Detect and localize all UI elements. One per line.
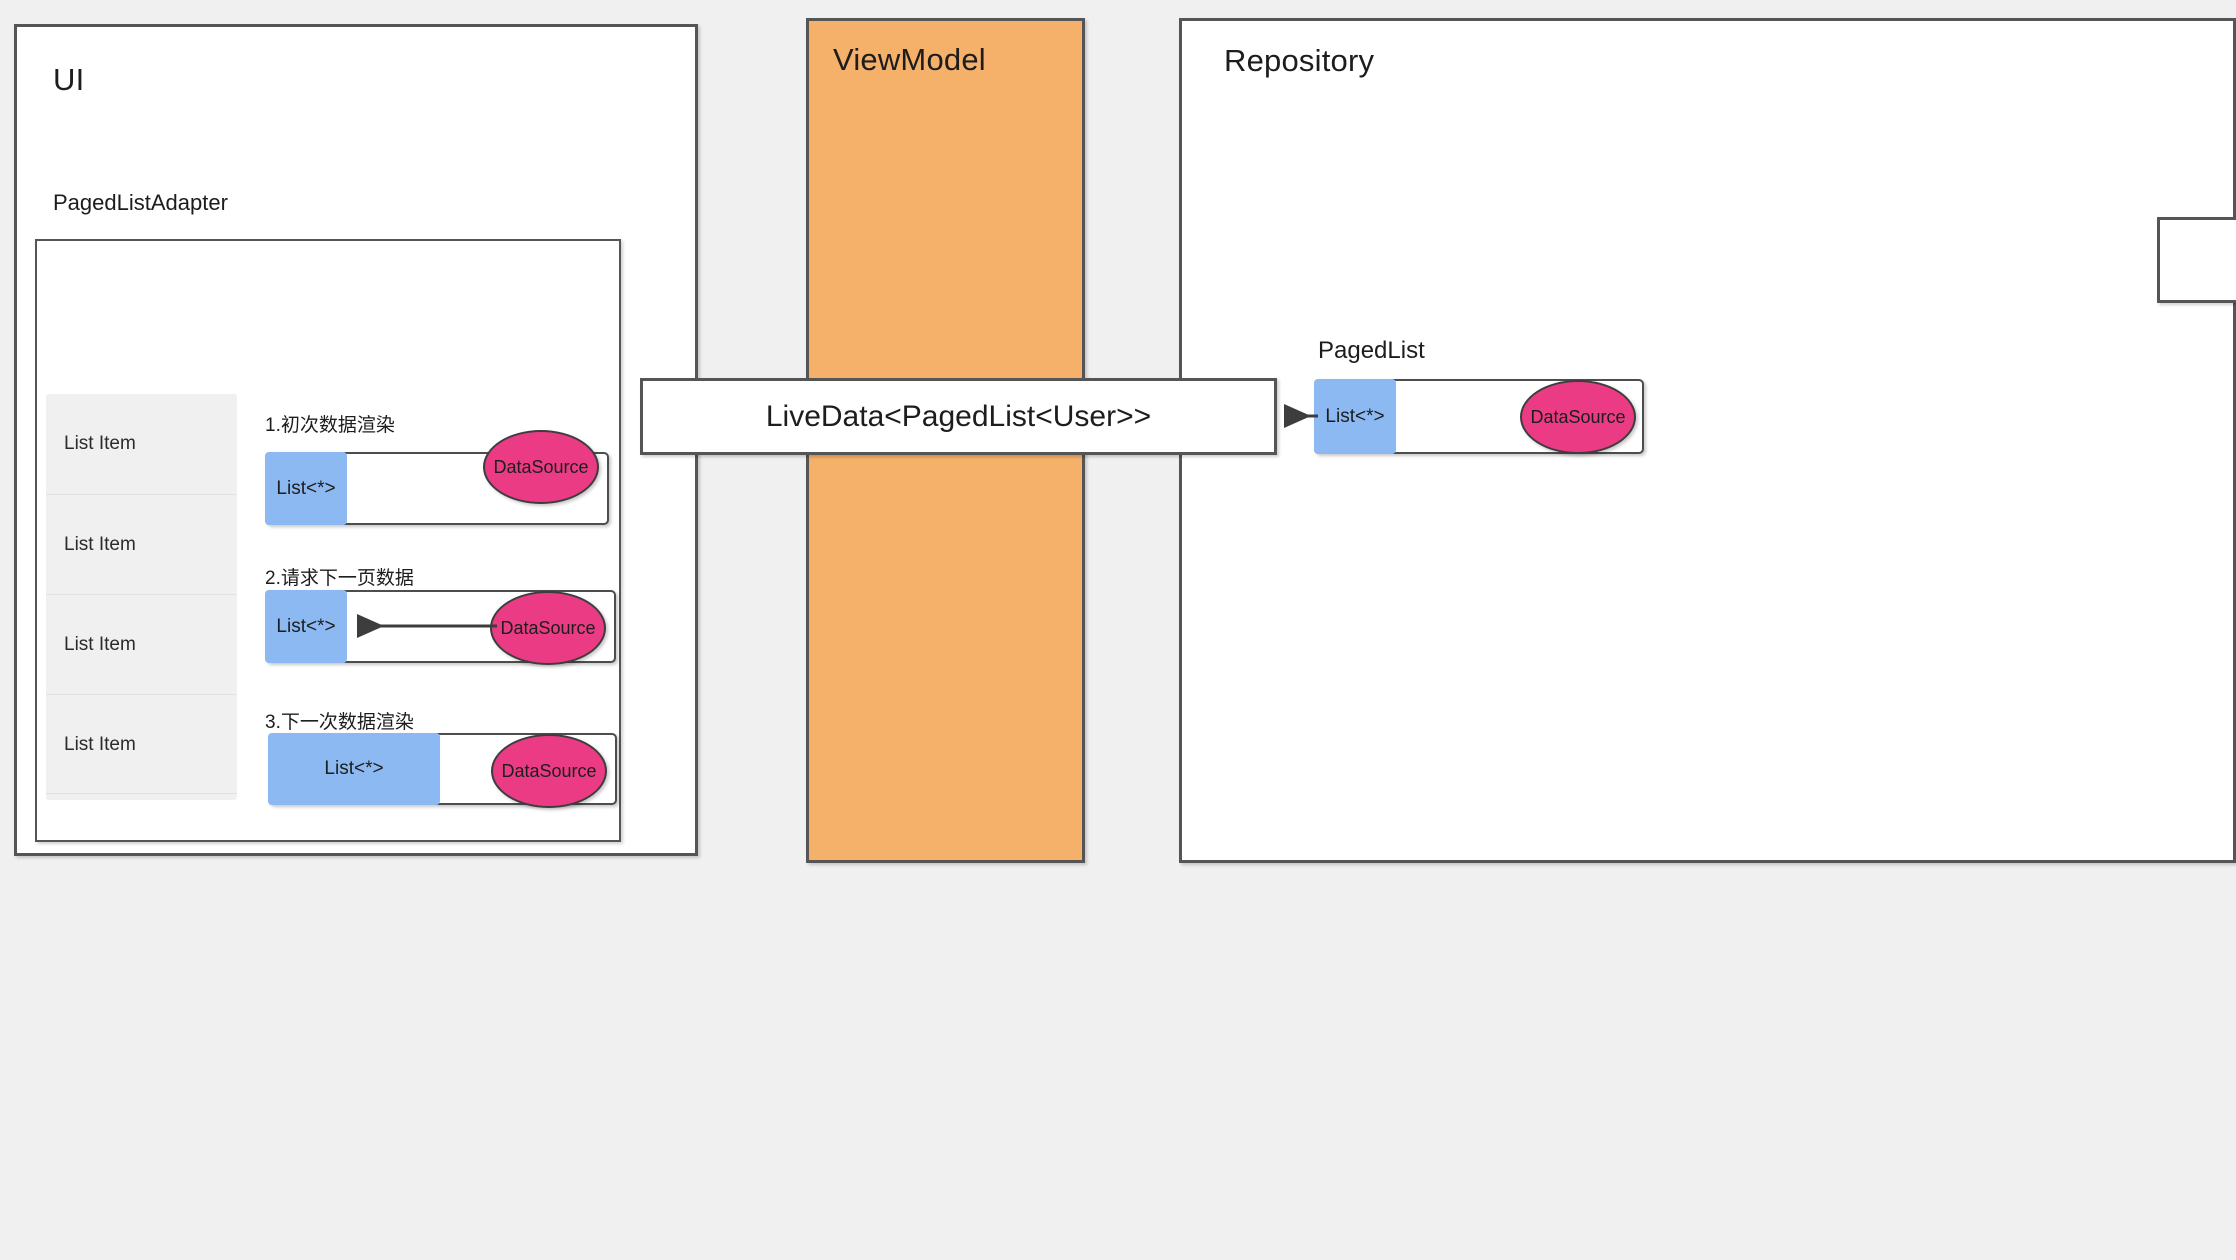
- list-item-label: List Item: [64, 433, 136, 454]
- step-1-list-label: List<*>: [276, 477, 336, 499]
- step-1-datasource[interactable]: DataSource: [483, 430, 599, 504]
- list-item-label: List Item: [64, 633, 136, 655]
- repository-datasource-label: DataSource: [1530, 406, 1626, 427]
- list-item[interactable]: List Item: [46, 494, 237, 594]
- step-3-pagedlist-card[interactable]: List<*> DataSource: [268, 733, 617, 808]
- empty-node-rect[interactable]: [2157, 217, 2236, 303]
- livedata-label: LiveData<PagedList<User>>: [765, 399, 1152, 433]
- step-3-datasource-label: DataSource: [501, 760, 597, 781]
- step-2-list-chunk[interactable]: List<*>: [265, 590, 347, 663]
- step-3-list-label: List<*>: [324, 758, 384, 779]
- repository-pagedlist-card[interactable]: List<*> DataSource: [1314, 379, 1644, 454]
- step-1-pagedlist-card[interactable]: List<*> DataSource: [265, 430, 609, 525]
- step-3-label: 3.下一次数据渲染: [265, 712, 414, 733]
- repository-datasource[interactable]: DataSource: [1520, 380, 1636, 454]
- list-item-label: List Item: [64, 533, 136, 555]
- pagedlist-label: PagedList: [1318, 337, 1425, 364]
- list-item-label: List Item: [64, 733, 136, 755]
- diagram-canvas: UI PagedListAdapter List Item List Item …: [0, 0, 2236, 1260]
- step-3-list-chunk[interactable]: List<*>: [268, 733, 440, 805]
- lane-viewmodel-title: ViewModel: [833, 42, 986, 77]
- step-1-datasource-label: DataSource: [493, 456, 589, 477]
- step-3-datasource[interactable]: DataSource: [491, 734, 607, 808]
- recycler-list[interactable]: List Item List Item List Item List Item: [46, 394, 237, 800]
- pagedlistadapter-label: PagedListAdapter: [53, 190, 228, 215]
- step-2-label: 2.请求下一页数据: [265, 568, 414, 589]
- list-item[interactable]: List Item: [46, 394, 237, 494]
- step-2-datasource[interactable]: DataSource: [490, 591, 606, 665]
- step-1-label: 1.初次数据渲染: [265, 415, 395, 436]
- step-2-datasource-label: DataSource: [500, 617, 596, 638]
- step-1-list-chunk[interactable]: List<*>: [265, 452, 347, 525]
- lane-repository-title: Repository: [1224, 43, 1375, 78]
- lane-ui-title: UI: [53, 62, 85, 97]
- step-2-list-label: List<*>: [276, 615, 336, 637]
- list-item[interactable]: List Item: [46, 594, 237, 694]
- list-item[interactable]: List Item: [46, 694, 237, 794]
- repository-list-label: List<*>: [1325, 405, 1385, 427]
- step-2-request-arrow: [357, 614, 497, 638]
- pagedlist-to-livedata-arrow: [1284, 404, 1318, 428]
- livedata-bar[interactable]: LiveData<PagedList<User>>: [640, 378, 1277, 455]
